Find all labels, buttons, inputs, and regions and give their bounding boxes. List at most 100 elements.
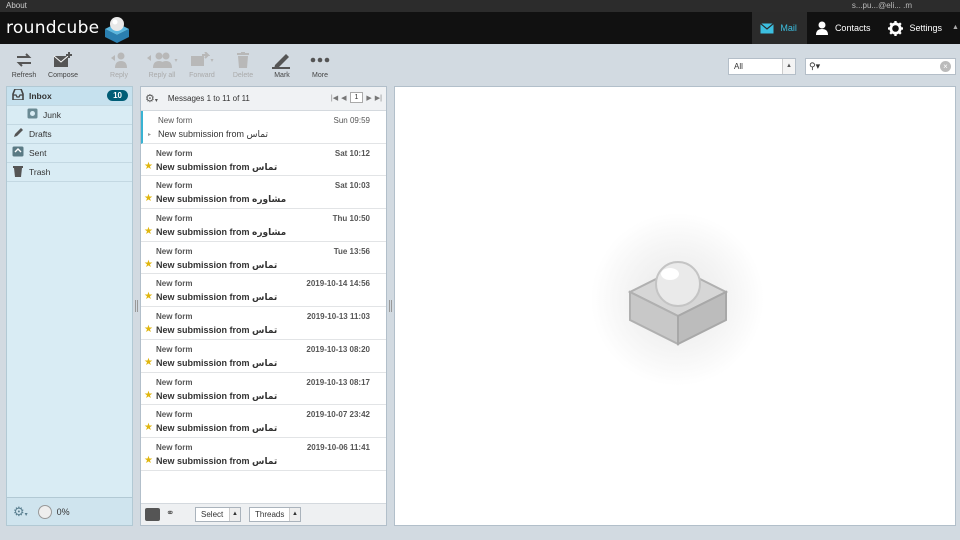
message-date: 2019-10-13 08:17 xyxy=(306,377,370,387)
roundcube-watermark xyxy=(590,212,765,387)
search-box[interactable]: ⚲▾ × xyxy=(805,58,956,75)
clear-search-icon[interactable]: × xyxy=(940,61,951,72)
folder-settings-gear-icon[interactable]: ⚙▾ xyxy=(13,504,28,520)
flag-star-icon[interactable]: ★ xyxy=(144,291,153,302)
prev-page-icon[interactable]: ◀ xyxy=(341,94,346,102)
filter-value: All xyxy=(734,62,743,71)
select-dropdown[interactable]: Select ▲ xyxy=(195,507,241,522)
list-view-icon[interactable] xyxy=(145,508,160,521)
about-link[interactable]: About xyxy=(6,0,27,11)
nav-contacts[interactable]: Contacts xyxy=(807,12,881,44)
message-subject: New submission from تماس xyxy=(156,455,278,466)
logo[interactable]: roundcube xyxy=(6,14,133,43)
message-row[interactable]: New form 2019-10-13 08:20 New submission f… xyxy=(141,340,386,373)
compose-button[interactable]: Compose xyxy=(43,50,83,79)
folder-inbox-label: Inbox xyxy=(29,91,52,101)
flag-star-icon[interactable]: ★ xyxy=(144,455,153,466)
search-input[interactable] xyxy=(826,60,936,73)
logo-text: roundcube xyxy=(6,18,100,38)
select-arrow-icon: ▲ xyxy=(782,59,795,74)
pagination: |◀ ◀ 1 ▶ ▶| xyxy=(331,92,382,103)
mark-icon xyxy=(272,54,290,69)
thread-view-icon[interactable]: ⚭ xyxy=(166,508,174,519)
message-row[interactable]: New form 2019-10-13 11:03 New submission f… xyxy=(141,307,386,340)
contacts-icon xyxy=(815,21,828,35)
junk-icon xyxy=(21,108,43,122)
mark-button[interactable]: Mark xyxy=(262,50,302,79)
reply-button[interactable]: Reply xyxy=(99,50,139,79)
message-row[interactable]: New form Sat 10:03 New submission from مشا… xyxy=(141,176,386,210)
flag-star-icon[interactable]: ★ xyxy=(144,226,153,237)
flag-star-icon[interactable]: ★ xyxy=(144,422,153,433)
folder-trash[interactable]: Trash xyxy=(7,163,132,182)
flag-star-icon[interactable]: ★ xyxy=(144,324,153,335)
message-row[interactable]: New form Thu 10:50 New submission from مشا… xyxy=(141,209,386,242)
trash-icon xyxy=(237,52,249,68)
message-date: 2019-10-07 23:42 xyxy=(306,410,370,420)
reply-all-button[interactable]: ▾ Reply all xyxy=(140,50,184,79)
forward-button[interactable]: ▾ Forward xyxy=(182,50,222,79)
message-row[interactable]: New form 2019-10-13 08:17 New submission f… xyxy=(141,373,386,406)
message-list: ⚙▾ Messages 1 to 11 of 11 |◀ ◀ 1 ▶ ▶| Ne… xyxy=(140,86,387,526)
folder-splitter[interactable] xyxy=(135,300,138,312)
message-row[interactable]: New form Sun 09:59 New submission from تما… xyxy=(141,111,386,144)
quota-circle-icon xyxy=(37,504,52,519)
forward-icon xyxy=(191,52,211,66)
nav-caret-icon[interactable]: ▲ xyxy=(952,12,960,44)
select-arrow-icon: ▲ xyxy=(229,508,240,521)
quota-display: 0% xyxy=(37,504,70,519)
folder-junk-label: Junk xyxy=(43,110,61,120)
refresh-icon xyxy=(16,53,32,67)
unread-count-badge: 10 xyxy=(107,90,128,101)
nav-contacts-label: Contacts xyxy=(834,23,871,33)
compose-icon xyxy=(53,52,72,67)
message-count: Messages 1 to 11 of 11 xyxy=(167,94,250,103)
filter-select[interactable]: All ▲ xyxy=(728,58,796,75)
folder-drafts[interactable]: Drafts xyxy=(7,125,132,144)
page-number[interactable]: 1 xyxy=(349,92,364,103)
thread-expand-icon[interactable]: ▸ xyxy=(148,131,151,138)
message-row[interactable]: New form Tue 13:56 New submission from تما… xyxy=(141,242,386,275)
next-page-icon[interactable]: ▶ xyxy=(366,94,371,102)
folder-trash-label: Trash xyxy=(29,167,51,177)
list-splitter[interactable] xyxy=(389,300,392,312)
reply-all-label: Reply all xyxy=(148,72,176,79)
flag-star-icon[interactable]: ★ xyxy=(144,259,153,270)
reply-label: Reply xyxy=(110,72,128,79)
refresh-button[interactable]: Refresh xyxy=(4,50,44,79)
threads-dropdown[interactable]: Threads ▲ xyxy=(249,507,301,522)
message-row[interactable]: New form 2019-10-06 11:41 New submission f… xyxy=(141,438,386,471)
search-icon[interactable]: ⚲▾ xyxy=(809,61,820,72)
delete-button[interactable]: Delete xyxy=(223,50,263,79)
message-subject: New submission from تماس xyxy=(156,357,278,368)
threads-arrow-icon: ▲ xyxy=(289,508,300,521)
list-options-gear-icon[interactable]: ⚙▾ xyxy=(145,92,158,105)
flag-star-icon[interactable]: ★ xyxy=(144,193,153,204)
flag-star-icon[interactable]: ★ xyxy=(144,390,153,401)
message-subject: New submission from تماس xyxy=(156,292,278,303)
message-row[interactable]: New form 2019-10-07 23:42 New submission f… xyxy=(141,405,386,438)
flag-star-icon[interactable]: ★ xyxy=(144,357,153,368)
user-email: s...pu...@eli... .m xyxy=(851,1,912,10)
first-page-icon[interactable]: |◀ xyxy=(331,94,338,102)
message-from: New form xyxy=(156,312,193,322)
folder-drafts-label: Drafts xyxy=(29,129,52,139)
nav-mail[interactable]: Mail xyxy=(752,12,807,44)
message-date: 2019-10-13 11:03 xyxy=(306,312,370,322)
folder-inbox[interactable]: Inbox 10 xyxy=(7,87,132,106)
message-row[interactable]: New form 2019-10-14 14:56 New submission f… xyxy=(141,274,386,308)
message-row[interactable]: New form Sat 10:12 New submission from تما… xyxy=(141,144,386,177)
more-button[interactable]: More xyxy=(300,50,340,79)
mail-icon xyxy=(760,22,775,33)
message-subject: New submission from مشاوره xyxy=(156,227,287,238)
main-nav: Mail Contacts Settings ▲ xyxy=(752,12,960,44)
last-page-icon[interactable]: ▶| xyxy=(375,94,382,102)
message-list-header: ⚙▾ Messages 1 to 11 of 11 |◀ ◀ 1 ▶ ▶| xyxy=(141,87,386,111)
message-from: New form xyxy=(156,214,193,224)
message-date: Sat 10:12 xyxy=(334,148,370,158)
folder-sent[interactable]: Sent xyxy=(7,144,132,163)
folder-junk[interactable]: Junk xyxy=(7,106,132,125)
folders-footer: ⚙▾ 0% xyxy=(7,497,132,525)
nav-settings[interactable]: Settings xyxy=(880,12,952,44)
flag-star-icon[interactable]: ★ xyxy=(144,161,153,172)
